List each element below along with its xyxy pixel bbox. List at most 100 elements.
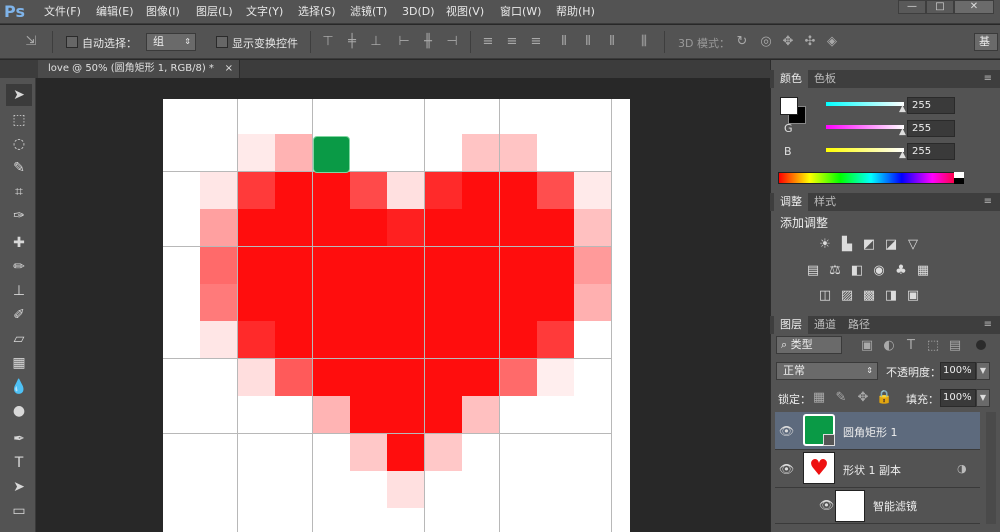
layer-row-smart-filters[interactable]: 👁 智能滤镜: [775, 488, 980, 524]
filter-toggle[interactable]: [976, 340, 986, 350]
close-tab-icon[interactable]: ×: [225, 60, 233, 78]
blur-tool-icon[interactable]: 💧: [6, 376, 32, 398]
layer-row-rounded-rect[interactable]: 👁 圆角矩形 1: [775, 412, 980, 450]
slider-handle-icon[interactable]: ▲: [899, 150, 906, 160]
marquee-tool-icon[interactable]: ⬚: [6, 109, 32, 131]
lock-position-icon[interactable]: ✥: [856, 390, 870, 406]
distribute-left-icon[interactable]: ⦀: [556, 34, 572, 50]
close-window-button[interactable]: ✕: [954, 0, 994, 14]
lock-all-icon[interactable]: 🔒: [876, 390, 892, 406]
rectangle-tool-icon[interactable]: ▭: [6, 500, 32, 522]
layer-row-shape-copy[interactable]: 👁 ♥ 形状 1 副本 ◑: [775, 450, 980, 488]
distribute-top-icon[interactable]: ≡: [480, 34, 496, 50]
green-value-field[interactable]: 255: [907, 120, 955, 137]
eraser-tool-icon[interactable]: ▱: [6, 328, 32, 350]
menu-3d[interactable]: 3D(D): [402, 4, 435, 20]
panel-menu-icon[interactable]: ≡: [984, 319, 992, 330]
menu-help[interactable]: 帮助(H): [556, 4, 595, 20]
filter-smart-object-icon[interactable]: ▤: [948, 338, 962, 354]
tab-paths[interactable]: 路径: [842, 316, 876, 334]
fill-field[interactable]: 100%: [940, 389, 976, 407]
vibrance-icon[interactable]: ▽: [904, 237, 922, 253]
maximize-button[interactable]: □: [926, 0, 954, 14]
align-right-icon[interactable]: ⊣: [444, 34, 460, 50]
brightness-icon[interactable]: ☀: [816, 237, 834, 253]
move-tool-icon[interactable]: ⇲: [22, 34, 40, 50]
color-balance-icon[interactable]: ⚖: [826, 263, 844, 279]
3d-slide-icon[interactable]: ✣: [802, 34, 818, 50]
blend-mode-dropdown[interactable]: 正常 ⇕: [776, 362, 878, 380]
menu-select[interactable]: 选择(S): [298, 4, 336, 20]
hue-saturation-icon[interactable]: ▤: [804, 263, 822, 279]
lock-pixels-icon[interactable]: ✎: [834, 390, 848, 406]
exposure-icon[interactable]: ◪: [882, 237, 900, 253]
posterize-icon[interactable]: ▨: [838, 288, 856, 304]
auto-select-checkbox[interactable]: [66, 36, 78, 48]
distribute-right-icon[interactable]: ⦀: [604, 34, 620, 50]
opacity-dropdown-icon[interactable]: ▼: [976, 362, 990, 380]
auto-select-dropdown[interactable]: 组 ⇕: [146, 33, 196, 51]
menu-file[interactable]: 文件(F): [44, 4, 81, 20]
invert-icon[interactable]: ◫: [816, 288, 834, 304]
slider-handle-icon[interactable]: ▲: [899, 104, 906, 114]
slider-handle-icon[interactable]: ▲: [899, 127, 906, 137]
lasso-tool-icon[interactable]: ◌: [6, 133, 32, 155]
menu-filter[interactable]: 滤镜(T): [350, 4, 387, 20]
align-hcenter-icon[interactable]: ╫: [420, 34, 436, 50]
menu-image[interactable]: 图像(I): [146, 4, 180, 20]
3d-rotate-icon[interactable]: ↻: [734, 34, 750, 50]
layers-scrollbar[interactable]: [986, 412, 996, 524]
tab-styles[interactable]: 样式: [808, 193, 842, 211]
selective-color-icon[interactable]: ▣: [904, 288, 922, 304]
crop-tool-icon[interactable]: ⌗: [6, 181, 32, 203]
filter-shape-icon[interactable]: ⬚: [926, 338, 940, 354]
essentials-button[interactable]: 基: [974, 33, 998, 51]
auto-align-icon[interactable]: ⫼: [636, 34, 652, 50]
healing-brush-tool-icon[interactable]: ✚: [6, 232, 32, 254]
tab-channels[interactable]: 通道: [808, 316, 842, 334]
3d-pan-icon[interactable]: ✥: [780, 34, 796, 50]
blue-channel-slider[interactable]: [826, 148, 904, 152]
layer-filter-dropdown[interactable]: ⌕ 类型: [776, 336, 842, 354]
foreground-color-swatch[interactable]: [780, 97, 798, 115]
pen-tool-icon[interactable]: ✒: [6, 428, 32, 450]
visibility-eye-icon[interactable]: 👁: [819, 498, 834, 512]
filter-type-icon[interactable]: T: [904, 338, 918, 354]
eyedropper-tool-icon[interactable]: ✑: [6, 205, 32, 227]
clone-stamp-tool-icon[interactable]: ⊥: [6, 280, 32, 302]
dodge-tool-icon[interactable]: ●: [6, 400, 32, 422]
3d-scale-icon[interactable]: ◈: [824, 34, 840, 50]
visibility-eye-icon[interactable]: 👁: [779, 462, 794, 476]
document-tab[interactable]: love @ 50% (圆角矩形 1, RGB/8) * ×: [38, 60, 240, 78]
3d-roll-icon[interactable]: ◎: [758, 34, 774, 50]
visibility-eye-icon[interactable]: 👁: [779, 424, 794, 438]
gradient-tool-icon[interactable]: ▦: [6, 352, 32, 374]
fill-dropdown-icon[interactable]: ▼: [976, 389, 990, 407]
minimize-button[interactable]: —: [898, 0, 926, 14]
menu-view[interactable]: 视图(V): [446, 4, 484, 20]
curves-icon[interactable]: ◩: [860, 237, 878, 253]
align-bottom-icon[interactable]: ⊥: [368, 34, 384, 50]
filter-pixel-icon[interactable]: ▣: [860, 338, 874, 354]
show-transform-checkbox[interactable]: [216, 36, 228, 48]
document-canvas[interactable]: [163, 99, 630, 532]
photo-filter-icon[interactable]: ◉: [870, 263, 888, 279]
levels-icon[interactable]: ▙: [838, 237, 856, 253]
rounded-rectangle-shape[interactable]: [313, 136, 350, 173]
channel-mixer-icon[interactable]: ♣: [892, 263, 910, 279]
panel-menu-icon[interactable]: ≡: [984, 73, 992, 84]
red-channel-slider[interactable]: [826, 102, 904, 106]
tab-layers[interactable]: 图层: [774, 316, 808, 334]
black-white-icon[interactable]: ◧: [848, 263, 866, 279]
filter-adjustment-icon[interactable]: ◐: [882, 338, 896, 354]
color-spectrum-bar[interactable]: [778, 172, 964, 184]
menu-edit[interactable]: 编辑(E): [96, 4, 134, 20]
panel-menu-icon[interactable]: ≡: [984, 196, 992, 207]
color-lookup-icon[interactable]: ▦: [914, 263, 932, 279]
tab-adjustments[interactable]: 调整: [774, 193, 808, 211]
distribute-vcenter-icon[interactable]: ≡: [504, 34, 520, 50]
menu-window[interactable]: 窗口(W): [500, 4, 541, 20]
align-vcenter-icon[interactable]: ╪: [344, 34, 360, 50]
red-value-field[interactable]: 255: [907, 97, 955, 114]
align-left-icon[interactable]: ⊢: [396, 34, 412, 50]
